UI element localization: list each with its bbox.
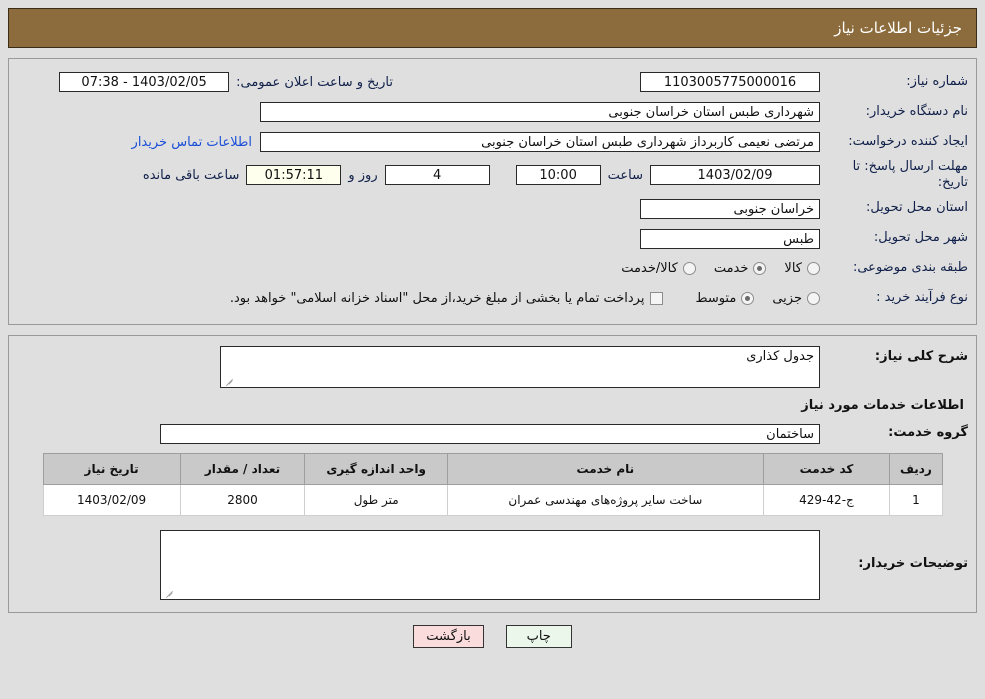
col-header-code: کد خدمت — [762, 452, 891, 485]
process-label: نوع فرآیند خرید : — [876, 290, 968, 306]
deadline-date-value: 1403/02/09 — [650, 165, 820, 186]
announce-value: 1403/02/05 - 07:38 — [59, 72, 230, 92]
buyer-org-value: شهرداری طبس استان خراسان جنوبی — [260, 102, 820, 122]
action-button-bar: چاپ بازگشت — [0, 624, 985, 648]
page-title: جزئیات اطلاعات نیاز — [834, 19, 962, 37]
row-service-group: گروه خدمت: ساختمان — [17, 421, 968, 447]
category-option-khedmat[interactable]: خدمت — [714, 261, 767, 276]
province-label: استان محل تحویل: — [866, 200, 968, 216]
row-city: شهر محل تحویل: طبس — [17, 226, 968, 252]
category-label: طبقه بندی موضوعی: — [852, 260, 968, 276]
category-option-kala-khedmat-label: کالا/خدمت — [621, 261, 678, 276]
row-category: طبقه بندی موضوعی: کالا خدمت کالا/خدمت — [17, 256, 968, 282]
buyer-org-label: نام دستگاه خریدار: — [865, 103, 968, 119]
deadline-countdown-value: 01:57:11 — [246, 165, 342, 186]
service-details-panel: شرح کلی نیاز: جدول کذاری اطلاعات خدمات م… — [8, 334, 977, 613]
cell-name: ساخت سایر پروژه‌های مهندسی عمران — [447, 483, 764, 516]
table-header-row: ردیف کد خدمت نام خدمت واحد اندازه گیری ت… — [42, 452, 943, 485]
row-deadline: مهلت ارسال پاسخ: تا تاریخ: 1403/02/09 سا… — [17, 159, 968, 192]
service-group-label: گروه خدمت: — [888, 425, 968, 441]
process-radio-group: جزیی متوسط — [677, 291, 820, 306]
process-option-jozei[interactable]: جزیی — [772, 291, 820, 306]
cell-unit: متر طول — [304, 483, 449, 516]
need-summary-label: شرح کلی نیاز: — [874, 348, 968, 364]
radio-icon-jozei[interactable] — [807, 292, 820, 305]
need-number-label: شماره نیاز: — [906, 73, 968, 89]
deadline-days-value: 4 — [384, 165, 490, 186]
resize-handle-icon-notes[interactable] — [164, 587, 174, 597]
cell-qty: 2800 — [179, 483, 306, 516]
announce-label: تاریخ و ساعت اعلان عمومی: — [236, 74, 393, 90]
row-buyer-org: نام دستگاه خریدار: شهرداری طبس استان خرا… — [17, 99, 968, 125]
cell-date: 1403/02/09 — [42, 483, 181, 516]
col-header-name: نام خدمت — [447, 452, 764, 485]
need-info-panel: شماره نیاز: 1103005775000016 تاریخ و ساع… — [8, 58, 977, 325]
radio-icon-khedmat[interactable] — [753, 262, 767, 275]
radio-icon-kala-khedmat[interactable] — [682, 262, 696, 275]
deadline-time-value: 10:00 — [515, 165, 601, 186]
col-header-radif: ردیف — [889, 452, 943, 485]
row-need-number: شماره نیاز: 1103005775000016 تاریخ و ساع… — [17, 69, 968, 95]
deadline-remaining-label: ساعت باقی مانده — [142, 167, 240, 183]
city-label: شهر محل تحویل: — [873, 230, 968, 246]
process-option-motavaset-label: متوسط — [695, 291, 737, 306]
back-button[interactable]: بازگشت — [413, 624, 484, 648]
city-value: طبس — [640, 228, 820, 249]
print-button[interactable]: چاپ — [505, 624, 572, 648]
cell-code: ج-42-429 — [762, 483, 891, 516]
deadline-hour-label: ساعت — [607, 167, 643, 183]
services-table: ردیف کد خدمت نام خدمت واحد اندازه گیری ت… — [42, 452, 943, 516]
category-option-kala[interactable]: کالا — [784, 261, 820, 276]
need-summary-text: جدول کذاری — [746, 348, 814, 364]
col-header-date: تاریخ نیاز — [42, 452, 181, 485]
treasury-docs-checkbox[interactable] — [650, 292, 664, 305]
buyer-notes-label: توضیحات خریدار: — [858, 555, 968, 571]
buyer-notes-textarea[interactable] — [160, 529, 820, 600]
col-header-unit: واحد اندازه گیری — [304, 452, 449, 485]
row-buyer-notes: توضیحات خریدار: — [17, 529, 968, 600]
page-header-bar: جزئیات اطلاعات نیاز — [8, 8, 977, 48]
col-header-qty: تعداد / مقدار — [179, 452, 306, 485]
process-option-jozei-label: جزیی — [772, 291, 802, 306]
need-number-value: 1103005775000016 — [640, 72, 820, 92]
row-creator: ایجاد کننده درخواست: مرتضی نعیمی کاربردا… — [17, 129, 968, 155]
category-option-kala-khedmat[interactable]: کالا/خدمت — [621, 261, 696, 276]
deadline-label: مهلت ارسال پاسخ: تا تاریخ: — [852, 159, 968, 191]
cell-radif: 1 — [889, 483, 943, 516]
service-section-title: اطلاعات خدمات مورد نیاز — [801, 397, 964, 413]
category-radio-group: کالا خدمت کالا/خدمت — [603, 261, 820, 276]
buyer-contact-link[interactable]: اطلاعات تماس خریدار — [124, 135, 260, 150]
creator-value: مرتضی نعیمی کاربرداز شهرداری طبس استان خ… — [260, 132, 820, 152]
treasury-docs-note: پرداخت تمام یا بخشی از مبلغ خرید،از محل … — [229, 291, 645, 306]
province-value: خراسان جنوبی — [640, 198, 820, 219]
radio-icon-motavaset[interactable] — [741, 292, 755, 305]
resize-handle-icon[interactable] — [224, 375, 234, 385]
process-option-motavaset[interactable]: متوسط — [695, 291, 755, 306]
category-option-kala-label: کالا — [784, 261, 802, 276]
need-summary-value: جدول کذاری — [220, 345, 820, 388]
radio-icon-kala[interactable] — [807, 262, 820, 275]
category-option-khedmat-label: خدمت — [713, 261, 749, 276]
table-row: 1 ج-42-429 ساخت سایر پروژه‌های مهندسی عم… — [42, 483, 943, 516]
row-process: نوع فرآیند خرید : جزیی متوسط پرداخت تمام… — [17, 286, 968, 312]
deadline-days-label: روز و — [348, 167, 378, 183]
service-group-value: ساختمان — [160, 423, 820, 444]
creator-label: ایجاد کننده درخواست: — [848, 133, 968, 149]
row-province: استان محل تحویل: خراسان جنوبی — [17, 196, 968, 222]
row-need-summary: شرح کلی نیاز: جدول کذاری — [17, 345, 968, 388]
